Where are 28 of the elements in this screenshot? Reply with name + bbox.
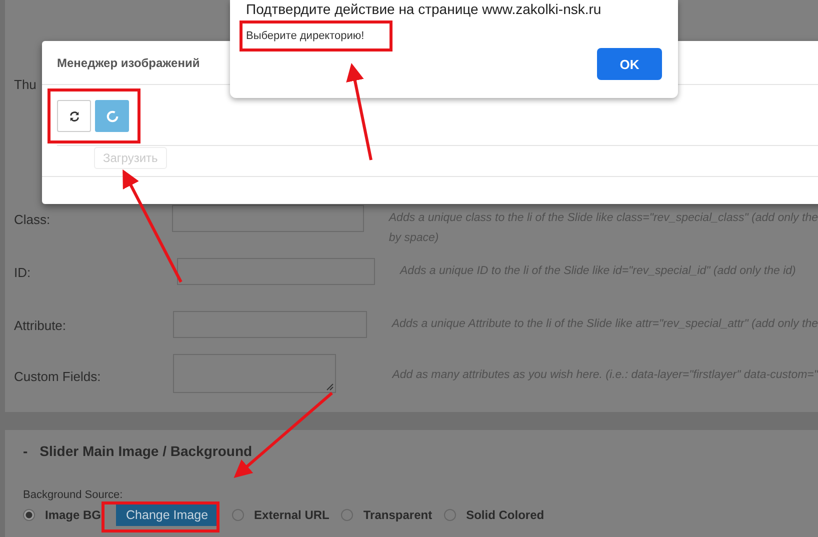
field-label: Attribute: xyxy=(14,317,68,333)
radio-label: Solid Colored xyxy=(466,508,544,522)
field-label: Background Source: xyxy=(23,489,124,501)
radio-button[interactable] xyxy=(444,509,456,521)
dialog-title: Менеджер изображений xyxy=(57,56,200,70)
alert-message: Выберите директорию! xyxy=(246,30,366,42)
field-label: Thu xyxy=(14,77,36,92)
resize-grip-icon xyxy=(326,383,334,391)
field-label: Custom Fields: xyxy=(14,368,102,384)
radio-label: Transparent xyxy=(363,508,432,522)
text-area[interactable] xyxy=(172,354,336,393)
refresh-button[interactable] xyxy=(57,100,91,132)
field-label: Class: xyxy=(14,211,52,227)
refresh-icon xyxy=(68,110,80,122)
ok-button[interactable]: OK xyxy=(597,48,662,80)
radio-label: Image BG xyxy=(45,508,102,522)
radio-button[interactable] xyxy=(23,509,35,521)
input-field[interactable] xyxy=(172,205,364,232)
radio-button[interactable] xyxy=(232,509,244,521)
radio-button[interactable] xyxy=(341,509,354,521)
collapse-toggle[interactable]: - xyxy=(23,443,28,459)
radio-label: External URL xyxy=(254,508,330,522)
change-image-button[interactable]: Change Image xyxy=(116,504,218,526)
input-field[interactable] xyxy=(177,258,375,285)
section-title: Slider Main Image / Background xyxy=(40,443,252,459)
field-label: ID: xyxy=(14,264,32,280)
spinner-icon xyxy=(106,110,118,122)
alert-title: Подтвердите действие на странице www.zakolki-nsk.ru xyxy=(246,1,602,17)
